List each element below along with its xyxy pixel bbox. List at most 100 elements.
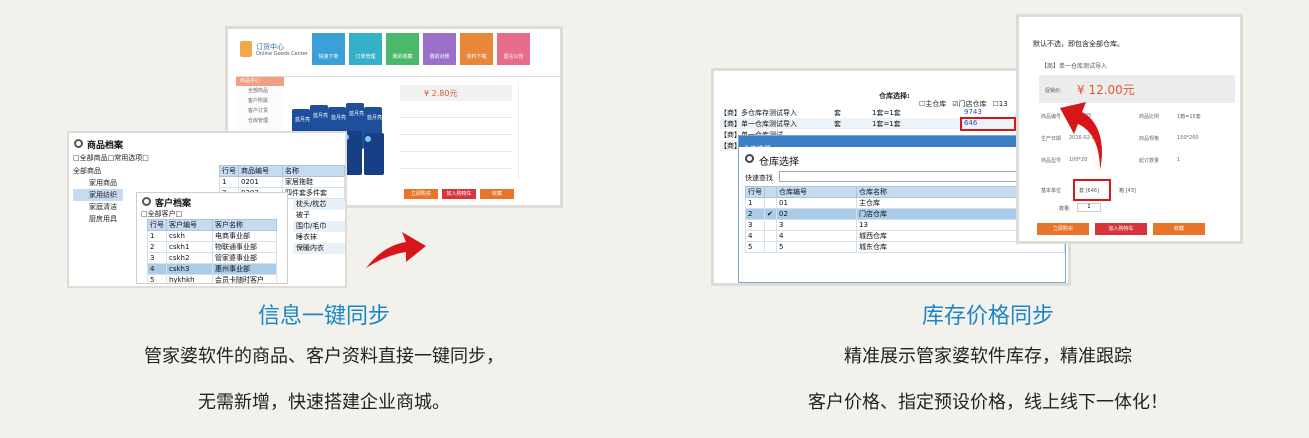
nav-tile[interactable]: 订单管理 <box>349 33 382 65</box>
table-cell: 会员卡随时客户 <box>212 274 277 283</box>
spec-lines <box>400 107 512 177</box>
stock-cell: 套 <box>834 109 841 117</box>
table-row[interactable]: 4 cskh3 惠州事业部 <box>147 263 277 275</box>
unit-option-2[interactable]: 箱 [43] <box>1119 187 1136 194</box>
tree-item[interactable]: 全部商品 <box>73 165 123 177</box>
table-cell: 3 <box>776 219 857 231</box>
spec-cell: 150*200 <box>1177 135 1199 141</box>
goods-name: 枕头/枕芯 <box>293 199 345 210</box>
spec-cell: 商品规格 <box>1139 136 1160 142</box>
menu-item[interactable]: 商品中心 <box>236 77 284 86</box>
price-value: ¥ 2.80元 <box>424 89 458 98</box>
qty-stepper[interactable]: 1 <box>1077 203 1101 212</box>
table-cell: cskh2 <box>166 252 213 264</box>
nav-tile[interactable]: 留言公告 <box>497 33 530 65</box>
table-cell: 0201 <box>238 176 283 188</box>
column-header: 仓库编号 <box>776 186 857 198</box>
svg-text:蓝月亮: 蓝月亮 <box>313 112 328 119</box>
tree-item[interactable]: 家用纺织 <box>73 189 123 201</box>
table-cell: ✔ <box>764 208 777 220</box>
goods-extra-names: 枕头/枕芯 被子 围巾/毛巾 睡衣袜 保暖内衣 <box>293 199 345 254</box>
table-cell: 3 <box>745 219 765 231</box>
table-cell: 电商事业部 <box>212 230 277 242</box>
customer-title: 客户档案 <box>155 199 192 209</box>
product-detail-card: 默认不选，即包含全部仓库。 【商】单一仓库测试导入 促销价: ¥ 12.00元 … <box>1016 14 1243 244</box>
product-name: 【商】单一仓库测试导入 <box>1041 63 1108 70</box>
menu-item[interactable]: 全部商品 <box>236 87 284 96</box>
customer-table: 行号 客户编号 客户名称 1 cskh 电商事业部 2 cskh1 物联通事业部 3 cskh2 管家… <box>147 219 277 283</box>
nav-tile[interactable]: 我的收藏 <box>386 33 419 65</box>
shop-button[interactable]: 收藏 <box>480 189 514 199</box>
svg-text:蓝月亮: 蓝月亮 <box>349 110 364 117</box>
tree-item[interactable]: 家用商品 <box>73 177 123 189</box>
table-cell <box>764 230 777 242</box>
table-cell: 5 <box>147 274 167 283</box>
table-cell: 四件套多件套 <box>282 187 345 199</box>
table-cell: 5 <box>776 241 857 253</box>
goods-name: 被子 <box>293 210 345 221</box>
search-icon <box>74 139 83 148</box>
tree-item[interactable]: 家庭清洁 <box>73 201 123 213</box>
qty-value: 1 <box>1087 204 1091 210</box>
right-headline: 库存价格同步 <box>921 304 1054 329</box>
red-arrow-icon <box>1060 102 1102 170</box>
category-tree: 全部商品 家用商品 家用纺织 家庭清洁 厨房用具 <box>73 165 123 225</box>
detail-button[interactable]: 收藏 <box>1153 223 1205 235</box>
nav-tile[interactable]: 快速下单 <box>312 33 345 65</box>
tree-item[interactable]: 厨房用具 <box>73 213 123 225</box>
stock-highlight <box>960 117 1016 131</box>
menu-item[interactable]: 客户订货 <box>236 107 284 116</box>
table-row[interactable]: 5 hykhkh 会员卡随时客户 <box>147 274 277 283</box>
stock-cell: 套 <box>834 120 841 128</box>
stock-cell: 1套=1套 <box>872 109 901 117</box>
table-cell: 2 <box>745 208 765 220</box>
column-header: 名称 <box>282 165 345 177</box>
shop-button[interactable]: 加入购物车 <box>442 189 476 199</box>
column-header: 行号 <box>219 165 239 177</box>
right-body-1: 精准展示管家婆软件库存，精准跟踪 <box>844 346 1132 367</box>
customer-filter[interactable]: □全部客户□ <box>141 209 182 219</box>
table-row[interactable]: 2 cskh1 物联通事业部 <box>147 241 277 253</box>
table-cell: 1 <box>147 230 167 242</box>
table-cell: 5 <box>745 241 765 253</box>
detail-button[interactable]: 加入购物车 <box>1095 223 1147 235</box>
spec-cell: 起订数量 <box>1139 158 1160 164</box>
table-row[interactable]: 1 0201 家居拖鞋 <box>219 176 345 188</box>
table-cell <box>764 197 777 209</box>
table-row[interactable]: 1 cskh 电商事业部 <box>147 230 277 242</box>
table-cell: hykhkh <box>166 274 213 283</box>
unit-label: 基本单位 <box>1041 188 1062 194</box>
table-cell: 1 <box>219 176 239 188</box>
default-note: 默认不选，即包含全部仓库。 <box>1033 40 1124 48</box>
stock-cell: 1套=1套 <box>872 120 901 128</box>
table-cell: 2 <box>147 241 167 253</box>
menu-item[interactable]: 仓库管理 <box>236 117 284 126</box>
table-cell: 01 <box>776 197 857 209</box>
column-header: 客户名称 <box>212 219 277 231</box>
search-icon <box>142 197 151 206</box>
unit-option-highlight[interactable]: 套 [646] <box>1073 179 1111 201</box>
table-cell: cskh3 <box>166 263 213 275</box>
svg-text:蓝月亮: 蓝月亮 <box>367 114 382 121</box>
table-row[interactable]: 3 cskh2 管家婆事业部 <box>147 252 277 264</box>
table-cell <box>764 219 777 231</box>
left-headline: 信息一键同步 <box>257 304 390 329</box>
detail-button[interactable]: 立即购买 <box>1037 223 1089 235</box>
menu-item[interactable]: 客户所属 <box>236 97 284 106</box>
goods-filter[interactable]: □全部商品□常用选项□ <box>73 153 149 163</box>
breadcrumb <box>236 71 560 77</box>
stock-cell: 【商】单一仓库测试导入 <box>720 120 797 128</box>
shop-button[interactable]: 立即购买 <box>404 189 438 199</box>
svg-text:蓝月亮: 蓝月亮 <box>295 116 310 123</box>
column-header: 行号 <box>745 186 765 198</box>
unit-option-1: 套 [646] <box>1079 188 1100 194</box>
right-body-2: 客户价格、指定预设价格，线上线下一体化！ <box>808 392 1168 413</box>
stock-cell: 【商】多仓库存测试导入 <box>720 109 797 117</box>
price-box: ¥ 2.80元 <box>400 85 512 101</box>
dialog-titlebar-text: 仓库选择 <box>743 145 771 153</box>
nav-tile[interactable]: 我的对账 <box>423 33 456 65</box>
column-header: 客户编号 <box>166 219 213 231</box>
nav-tile[interactable]: 资料下载 <box>460 33 493 65</box>
spec-cell: 1 <box>1177 157 1181 163</box>
table-cell: 物联通事业部 <box>212 241 277 253</box>
